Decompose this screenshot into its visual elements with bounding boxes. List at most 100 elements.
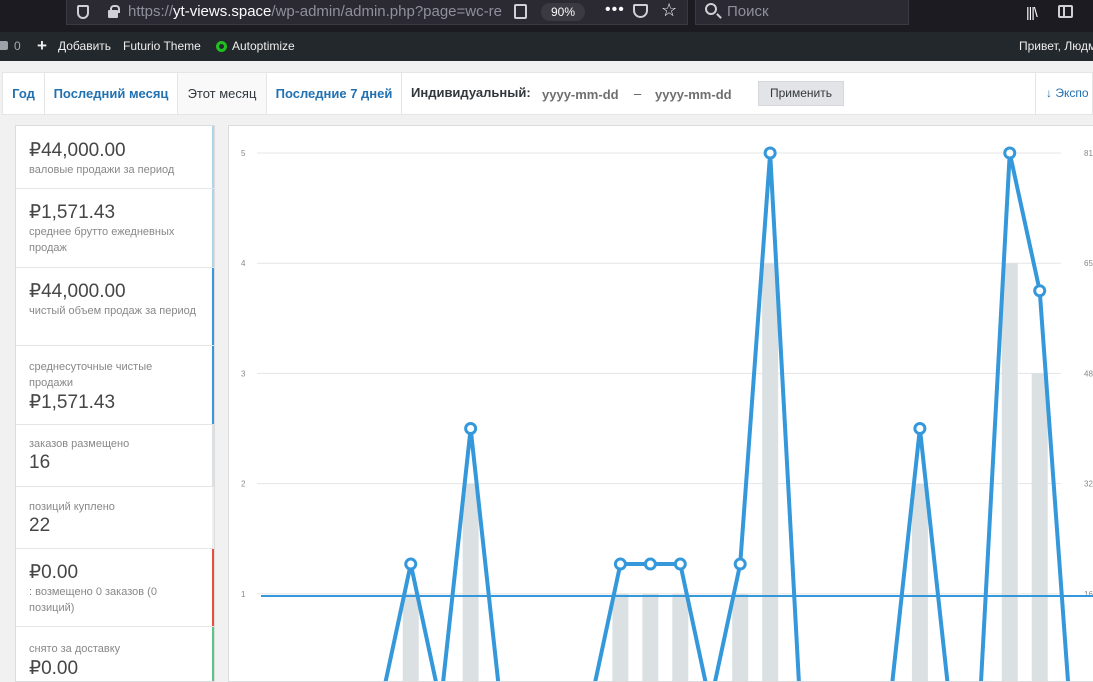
orders-bar xyxy=(642,593,659,681)
comments-count[interactable]: 0 xyxy=(14,39,21,53)
legend-amount: 16 xyxy=(29,452,51,473)
legend-refunds[interactable]: ₽0.00 : возмещено 0 заказов (0 позиций) xyxy=(16,549,214,627)
tracking-shield-icon[interactable] xyxy=(77,5,89,19)
y2-tick-label: 81 xyxy=(1084,149,1093,158)
ellipsis-icon[interactable]: ••• xyxy=(605,1,625,19)
legend-description: заказов размещено xyxy=(29,438,130,450)
legend-color-bar xyxy=(212,627,214,681)
legend-amount: ₽1,571.43 xyxy=(29,392,116,413)
legend-color-bar xyxy=(212,268,214,345)
search-placeholder: Поиск xyxy=(727,3,769,20)
apply-button[interactable]: Применить xyxy=(758,81,845,106)
add-new-icon[interactable]: + xyxy=(37,37,47,54)
export-csv-link[interactable]: ↓ Экспо xyxy=(1035,73,1089,114)
legend-shipping[interactable]: снято за доставку ₽0.00 xyxy=(16,627,214,681)
tab-year[interactable]: Год xyxy=(3,73,45,114)
y-tick-label: 5 xyxy=(241,149,246,158)
legend-description: чистый объем продаж за период xyxy=(29,305,196,317)
legend-average-gross-sales[interactable]: ₽1,571.43 среднее брутто ежедневных прод… xyxy=(16,189,214,268)
legend-description: среднесуточные чистые продажи xyxy=(29,361,153,389)
sales-point xyxy=(404,557,418,571)
sales-point xyxy=(913,422,927,435)
date-separator: – xyxy=(634,86,642,101)
legend-description: среднее брутто ежедневных продаж xyxy=(29,226,175,254)
legend-description: позиций куплено xyxy=(29,501,115,513)
report-range-tabs: Год Последний месяц Этот месяц Последние… xyxy=(2,72,1093,115)
sales-chart-svg: 1 16 2 32 3 48 4 65 5 81 xyxy=(241,146,1093,681)
orders-bar xyxy=(1031,373,1048,681)
orders-bar xyxy=(462,483,479,681)
legend-color-bar xyxy=(212,346,214,424)
sales-point xyxy=(763,146,777,160)
orders-bar xyxy=(402,593,419,681)
y-tick-label: 4 xyxy=(241,259,246,268)
legend-average-net-sales[interactable]: среднесуточные чистые продажи ₽1,571.43 xyxy=(16,346,214,425)
y2-tick-label: 65 xyxy=(1084,259,1093,268)
autoptimize-status-icon xyxy=(216,41,227,52)
orders-bar xyxy=(762,263,779,681)
wp-admin-bar: 0 + Добавить Futurio Theme Autoptimize П… xyxy=(0,32,1093,61)
date-from-input[interactable] xyxy=(538,81,634,107)
sales-point xyxy=(464,422,478,435)
orders-bar xyxy=(732,593,749,681)
sidebar-icon[interactable] xyxy=(1058,5,1073,18)
legend-color-bar xyxy=(212,487,214,548)
browser-toolbar: https://yt-views.space/wp-admin/admin.ph… xyxy=(0,0,1093,32)
orders-bar xyxy=(672,593,689,681)
legend-amount: ₽0.00 xyxy=(29,562,79,583)
date-to-input[interactable] xyxy=(651,81,747,107)
legend-color-bar xyxy=(212,425,214,486)
comments-icon[interactable] xyxy=(0,41,8,50)
legend-color-bar xyxy=(212,189,214,267)
sales-point xyxy=(643,557,657,571)
legend-amount: ₽1,571.43 xyxy=(29,202,116,223)
zoom-level[interactable]: 90% xyxy=(541,3,586,21)
sales-point xyxy=(673,557,687,571)
pocket-icon[interactable] xyxy=(633,4,648,18)
lock-icon[interactable] xyxy=(108,5,120,18)
y-tick-label: 1 xyxy=(241,590,246,599)
sales-point xyxy=(733,557,747,571)
y2-tick-label: 16 xyxy=(1084,590,1093,599)
download-arrow-icon: ↓ xyxy=(1046,86,1052,100)
orders-bar xyxy=(1001,263,1018,681)
search-bar[interactable]: Поиск xyxy=(695,0,909,25)
legend-gross-sales[interactable]: ₽44,000.00 валовые продажи за период xyxy=(16,126,214,189)
theme-link[interactable]: Futurio Theme xyxy=(123,39,201,53)
tab-last-7-days[interactable]: Последние 7 дней xyxy=(267,73,402,114)
orders-bar xyxy=(612,593,629,681)
legend-orders-placed[interactable]: заказов размещено 16 xyxy=(16,425,214,487)
search-icon xyxy=(705,3,717,15)
legend-color-bar xyxy=(212,549,214,626)
legend-amount: ₽44,000.00 xyxy=(29,281,126,302)
address-bar[interactable]: https://yt-views.space/wp-admin/admin.ph… xyxy=(66,0,688,25)
y-tick-label: 3 xyxy=(241,369,246,378)
url-text[interactable]: https://yt-views.space/wp-admin/admin.ph… xyxy=(128,3,508,20)
y-tick-label: 2 xyxy=(241,480,246,489)
y2-tick-label: 48 xyxy=(1084,369,1093,378)
chart-legend: ₽44,000.00 валовые продажи за период ₽1,… xyxy=(15,125,215,682)
library-icon[interactable]: |||\ xyxy=(1026,4,1038,20)
legend-description: снято за доставку xyxy=(29,643,121,655)
sales-point xyxy=(1003,146,1017,160)
custom-range-label: Индивидуальный: xyxy=(411,85,531,100)
legend-description: валовые продажи за период xyxy=(29,164,175,176)
user-greeting[interactable]: Привет, Людм xyxy=(1019,39,1093,53)
sales-point xyxy=(1033,284,1047,298)
legend-description: : возмещено 0 заказов (0 позиций) xyxy=(29,586,157,614)
sales-point xyxy=(613,557,627,571)
add-new-link[interactable]: Добавить xyxy=(58,39,111,53)
orders-bar xyxy=(911,483,928,681)
legend-items-purchased[interactable]: позиций куплено 22 xyxy=(16,487,214,549)
autoptimize-link[interactable]: Autoptimize xyxy=(232,39,295,53)
bookmark-star-icon[interactable]: ☆ xyxy=(661,0,677,21)
y2-tick-label: 32 xyxy=(1084,480,1093,489)
tab-this-month[interactable]: Этот месяц xyxy=(178,73,267,114)
sales-chart: 1 16 2 32 3 48 4 65 5 81 xyxy=(228,125,1093,682)
legend-color-bar xyxy=(212,126,214,188)
legend-amount: ₽44,000.00 xyxy=(29,140,126,161)
reader-view-icon[interactable] xyxy=(514,4,527,19)
tab-last-month[interactable]: Последний месяц xyxy=(45,73,178,114)
legend-amount: ₽0.00 xyxy=(29,658,79,679)
legend-net-sales[interactable]: ₽44,000.00 чистый объем продаж за период xyxy=(16,268,214,346)
